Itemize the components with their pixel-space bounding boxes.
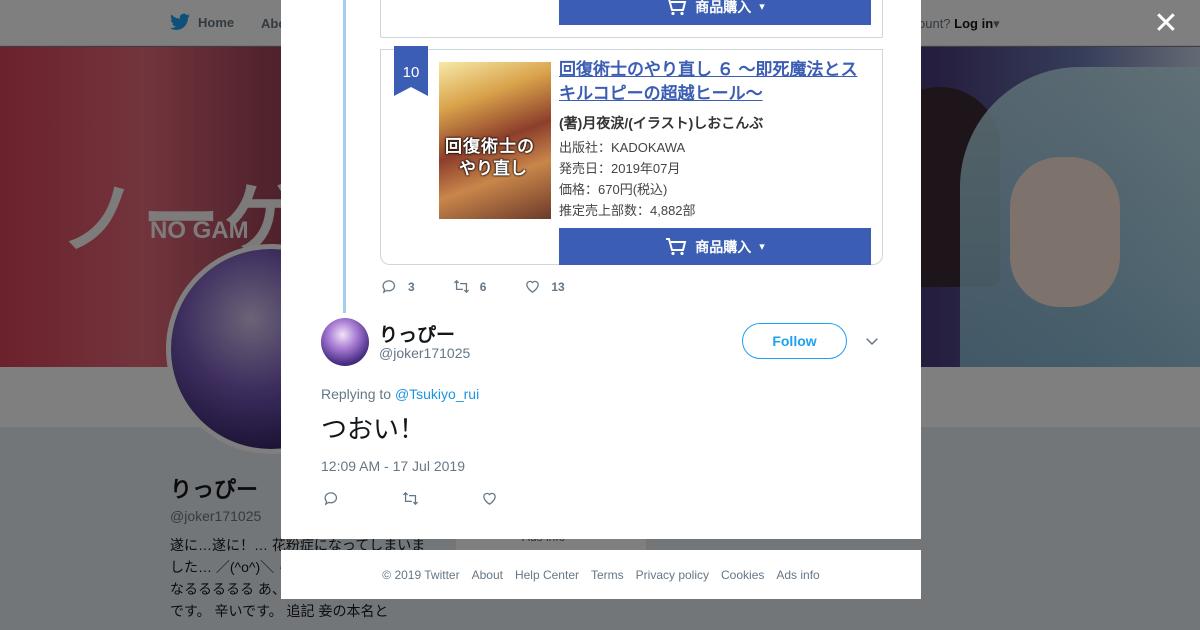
reply-icon xyxy=(324,492,338,506)
tweet-actions xyxy=(323,490,498,507)
like-count: 13 xyxy=(551,279,565,294)
book-price: 価格：670円(税込) xyxy=(559,182,668,197)
footer-link-privacy[interactable]: Privacy policy xyxy=(636,568,709,582)
book-sales: 推定売上部数：4,882部 xyxy=(559,203,696,218)
reply-icon xyxy=(382,280,396,294)
replying-to-link[interactable]: @Tsukiyo_rui xyxy=(395,386,479,402)
heart-icon xyxy=(483,492,496,505)
author-name[interactable]: りっぴー xyxy=(379,320,455,347)
book-author: (著)月夜涙/(イラスト)しおこんぶ xyxy=(559,115,764,131)
buy-button[interactable]: 商品購入 ▾ xyxy=(559,228,871,265)
retweet-count: 6 xyxy=(479,279,487,294)
reply-action[interactable] xyxy=(323,490,340,507)
buy-button-previous[interactable]: 商品購入 ▾ xyxy=(559,0,871,25)
chevron-down-icon: ▾ xyxy=(759,241,765,253)
thread-connector-line xyxy=(343,0,346,313)
buy-button-label: 商品購入 xyxy=(695,238,752,255)
footer-copyright: © 2019 Twitter xyxy=(382,567,460,582)
rank-badge: 10 xyxy=(394,46,428,96)
tweet-timestamp[interactable]: 12:09 AM - 17 Jul 2019 xyxy=(321,458,465,474)
heart-icon xyxy=(526,280,540,293)
cart-icon xyxy=(668,0,687,15)
close-icon[interactable]: ✕ xyxy=(1152,9,1180,39)
buy-button-label: 商品購入 xyxy=(695,0,752,15)
footer-link-about[interactable]: About xyxy=(472,568,503,582)
tweet-author-row: りっぴー @joker171025 Follow xyxy=(321,318,881,368)
retweet-action[interactable]: 6 xyxy=(453,278,487,295)
embedded-card-previous: 商品購入 ▾ xyxy=(380,0,883,38)
tweet-text: つおい！ xyxy=(321,415,426,445)
chevron-down-icon: ▾ xyxy=(759,1,765,13)
book-title-link[interactable]: 回復術士のやり直し ６ ～即死魔法とスキルコピーの超越ヒール～ xyxy=(559,58,869,106)
cart-icon xyxy=(666,237,687,255)
parent-tweet-actions: 3 6 13 xyxy=(381,278,565,295)
author-avatar[interactable] xyxy=(321,318,369,366)
replying-to: Replying to @Tsukiyo_rui xyxy=(321,386,479,402)
reply-count: 3 xyxy=(408,279,415,294)
reply-action[interactable]: 3 xyxy=(381,278,415,295)
footer-link-help-center[interactable]: Help Center xyxy=(515,568,579,582)
replying-prefix: Replying to xyxy=(321,386,392,402)
book-release-date: 発売日：2019年07月 xyxy=(559,161,681,176)
like-action[interactable]: 13 xyxy=(524,278,565,295)
cover-title-line2: やり直し xyxy=(459,159,527,178)
tweet-modal: 商品購入 ▾ 10 回復術士の やり直し 回復術士のやり直し ６ ～即死魔法とス… xyxy=(281,0,921,539)
book-publisher: 出版社：KADOKAWA xyxy=(559,140,686,155)
embedded-card[interactable]: 10 回復術士の やり直し 回復術士のやり直し ６ ～即死魔法とスキルコピーの超… xyxy=(380,46,883,265)
modal-footer: © 2019 Twitter About Help Center Terms P… xyxy=(281,550,921,599)
retweet-icon xyxy=(402,491,419,506)
chevron-down-icon[interactable] xyxy=(863,332,881,350)
footer-link-terms[interactable]: Terms xyxy=(591,568,624,582)
retweet-action[interactable] xyxy=(402,490,419,507)
footer-link-cookies[interactable]: Cookies xyxy=(721,568,764,582)
follow-button[interactable]: Follow xyxy=(742,323,847,359)
author-handle[interactable]: @joker171025 xyxy=(379,345,470,361)
retweet-icon xyxy=(453,279,469,294)
book-cover-image[interactable]: 回復術士の やり直し xyxy=(439,62,551,219)
like-action[interactable] xyxy=(481,490,498,507)
footer-link-ads-info[interactable]: Ads info xyxy=(776,568,819,582)
